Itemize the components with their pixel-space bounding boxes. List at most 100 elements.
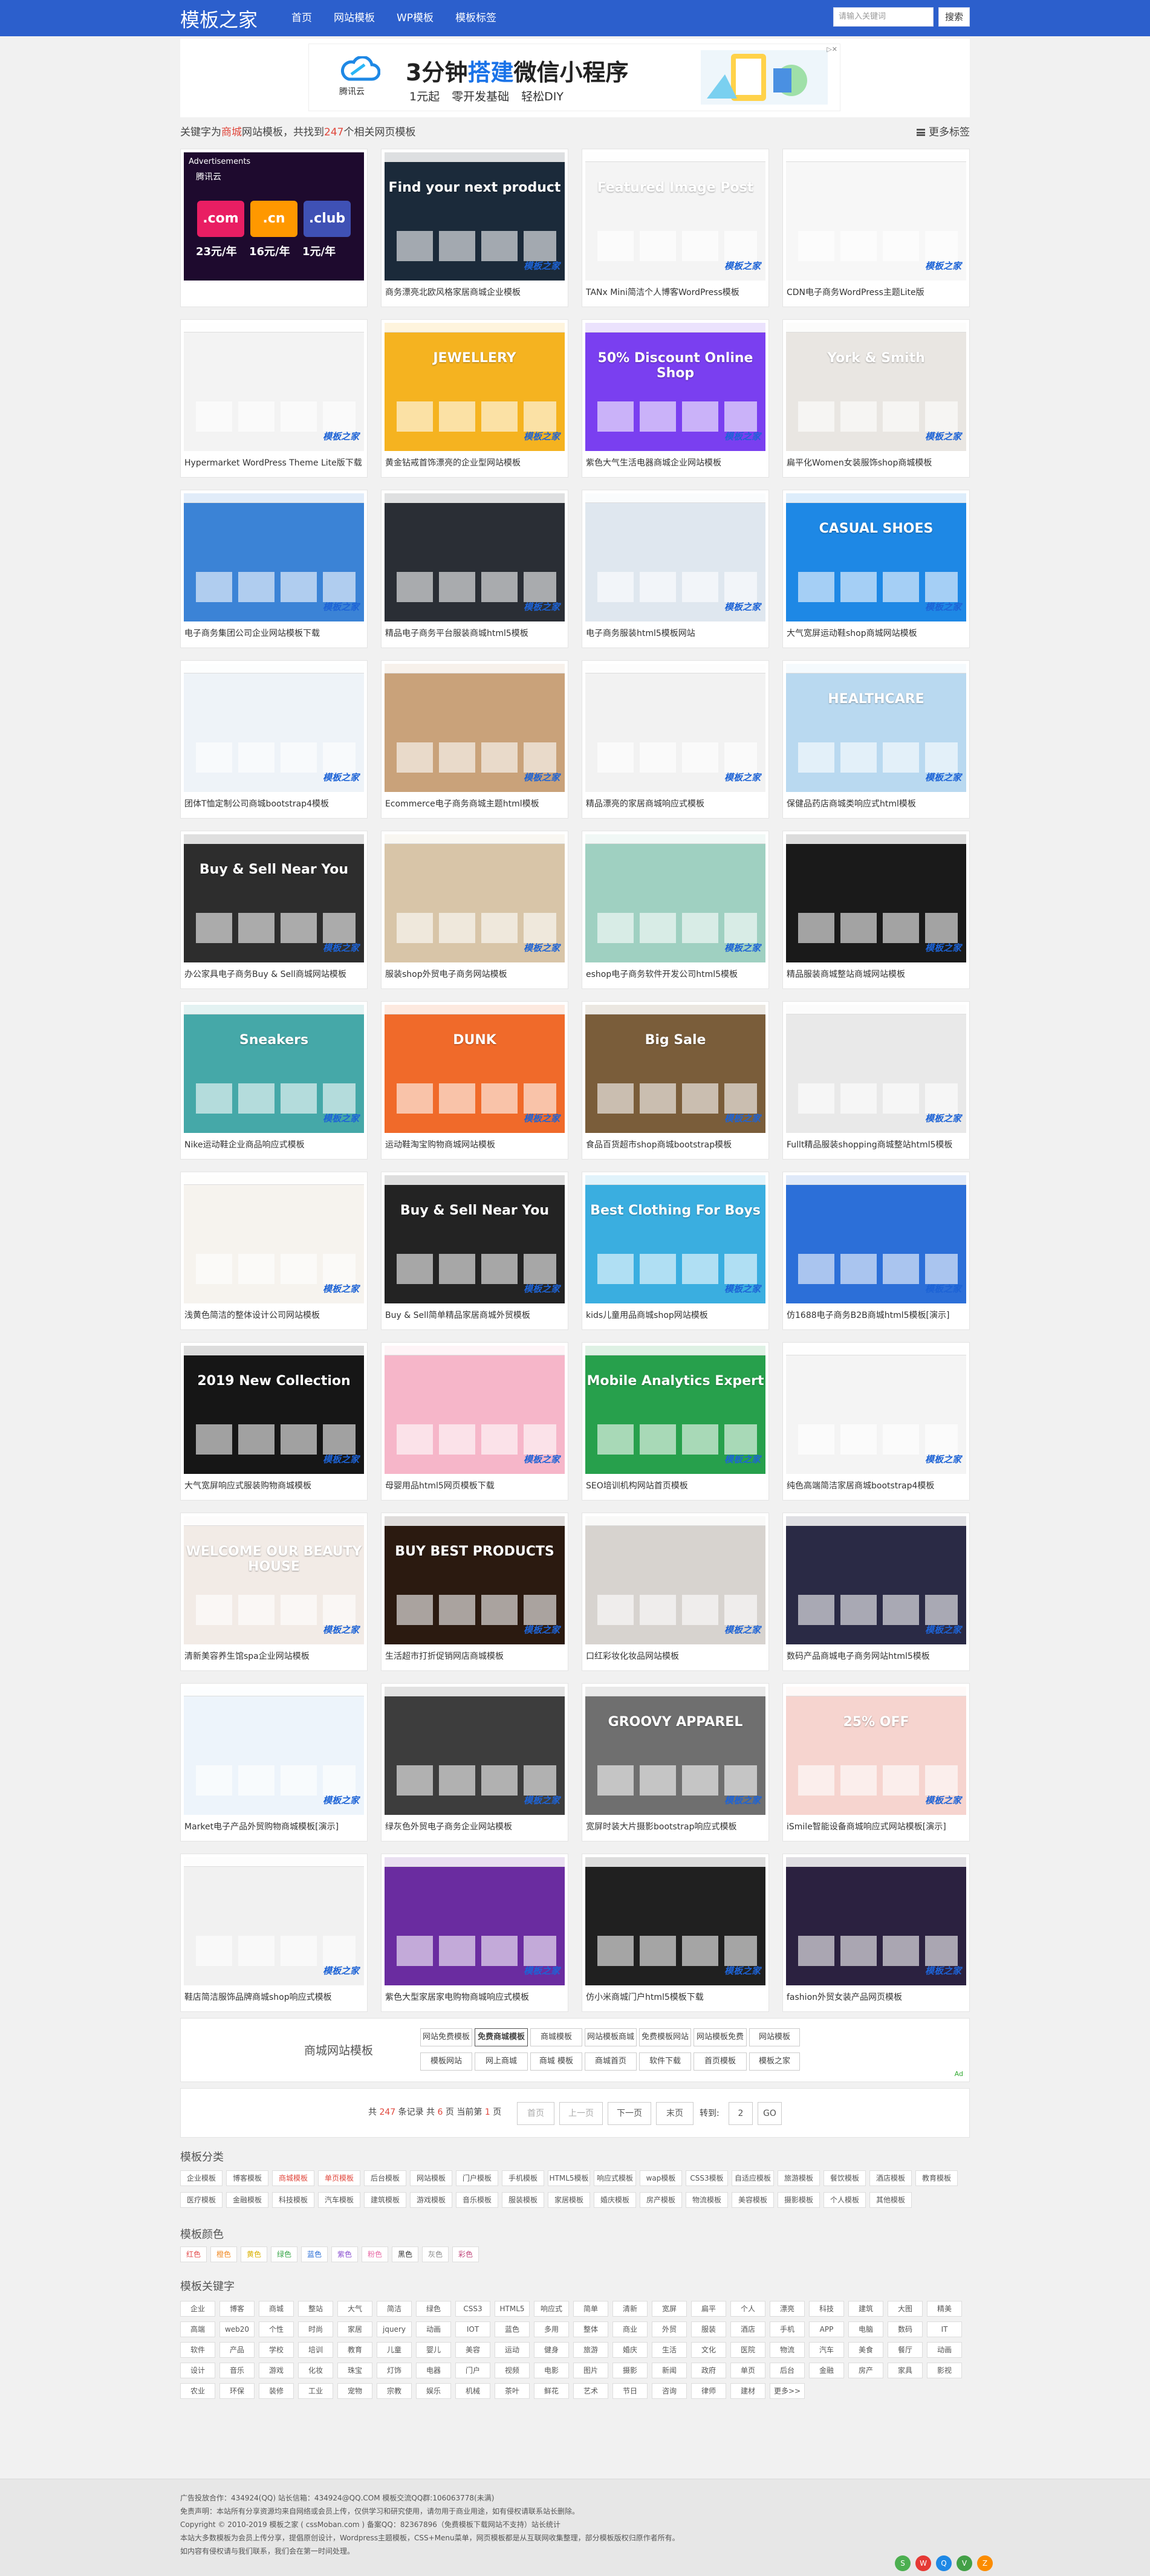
template-card[interactable]: 模板之家 口红彩妆化妆品网站模板 bbox=[582, 1513, 769, 1671]
keyword-chip[interactable]: 音乐 bbox=[219, 2363, 255, 2378]
template-thumbnail[interactable]: Best Clothing For Boys 模板之家 bbox=[585, 1175, 765, 1303]
keyword-chip[interactable]: 电脑 bbox=[848, 2321, 883, 2337]
keyword-chip[interactable]: 建材 bbox=[730, 2383, 765, 2399]
related-tag[interactable]: 模板之家 bbox=[749, 2052, 800, 2071]
template-title-link[interactable]: 服装shop外贸电子商务网站模板 bbox=[385, 968, 565, 980]
related-tag[interactable]: 网站免费模板 bbox=[420, 2028, 472, 2046]
category-chip[interactable]: 科技模板 bbox=[272, 2192, 314, 2208]
template-thumbnail[interactable]: Find your next product 模板之家 bbox=[385, 152, 565, 281]
template-thumbnail[interactable]: 模板之家 bbox=[786, 1346, 966, 1474]
ad-banner[interactable]: 腾讯云 3分钟搭建微信小程序 1元起 零开发基础 轻松DIY ▷✕ bbox=[180, 39, 970, 117]
keyword-chip[interactable]: 数码 bbox=[888, 2321, 923, 2337]
category-chip[interactable]: 家居模板 bbox=[548, 2192, 590, 2208]
keyword-chip[interactable]: 医院 bbox=[730, 2342, 765, 2358]
template-thumbnail[interactable]: 2019 New Collection 模板之家 bbox=[184, 1346, 364, 1474]
ad-card[interactable]: Advertisements 腾讯云 .com 23元/年 .cn 16元/年 .club 1… bbox=[180, 149, 368, 307]
template-title-link[interactable]: 纯色高端简洁家居商城bootstrap4模板 bbox=[787, 1479, 967, 1491]
keyword-chip[interactable]: 艺术 bbox=[573, 2383, 608, 2399]
keyword-chip[interactable]: 汽车 bbox=[809, 2342, 844, 2358]
template-thumbnail[interactable]: 模板之家 bbox=[184, 1857, 364, 1985]
color-chip[interactable]: 彩色 bbox=[452, 2247, 479, 2262]
category-chip[interactable]: 汽车模板 bbox=[318, 2192, 360, 2208]
keyword-chip[interactable]: 动画 bbox=[416, 2321, 451, 2337]
search-input[interactable]: 请输入关键词 bbox=[833, 7, 934, 27]
keyword-chip[interactable]: 运动 bbox=[495, 2342, 530, 2358]
category-chip[interactable]: 旅游模板 bbox=[778, 2170, 820, 2186]
template-thumbnail[interactable]: 模板之家 bbox=[585, 1516, 765, 1644]
keyword-chip[interactable]: 视频 bbox=[495, 2363, 530, 2378]
template-card[interactable]: 模板之家 精品电子商务平台服装商城html5模板 bbox=[381, 490, 568, 648]
keyword-chip[interactable]: 设计 bbox=[180, 2363, 215, 2378]
category-chip[interactable]: CSS3模板 bbox=[686, 2170, 728, 2186]
template-title-link[interactable]: 黄金钻戒首饰漂亮的企业型网站模板 bbox=[385, 456, 565, 469]
keyword-chip[interactable]: 茶叶 bbox=[495, 2383, 530, 2399]
first-page-button[interactable]: 首页 bbox=[517, 2102, 554, 2125]
template-thumbnail[interactable]: 模板之家 bbox=[786, 834, 966, 962]
template-card[interactable]: York & Smith 模板之家 扁平化Women女装服饰shop商城模板 bbox=[782, 319, 970, 478]
category-chip[interactable]: 游戏模板 bbox=[410, 2192, 452, 2208]
template-thumbnail[interactable]: 模板之家 bbox=[385, 1346, 565, 1474]
related-tag[interactable]: 免费模板网站 bbox=[639, 2028, 691, 2046]
keyword-chip[interactable]: 个性 bbox=[259, 2321, 294, 2337]
keyword-chip[interactable]: 酒店 bbox=[730, 2321, 765, 2337]
color-chip[interactable]: 绿色 bbox=[271, 2247, 297, 2262]
keyword-chip[interactable]: 物流 bbox=[770, 2342, 805, 2358]
keyword-chip[interactable]: 培训 bbox=[298, 2342, 333, 2358]
wechat-icon[interactable]: V bbox=[957, 2555, 972, 2571]
keyword-chip[interactable]: 化妆 bbox=[298, 2363, 333, 2378]
template-title-link[interactable]: Market电子产品外贸购物商城模板[演示] bbox=[184, 1820, 365, 1832]
last-page-button[interactable]: 末页 bbox=[656, 2102, 694, 2125]
keyword-chip[interactable]: 娱乐 bbox=[416, 2383, 451, 2399]
qzone-icon[interactable]: Z bbox=[977, 2555, 993, 2571]
related-tag[interactable]: 网上商城 bbox=[475, 2052, 528, 2071]
category-chip[interactable]: 教育模板 bbox=[915, 2170, 958, 2186]
template-card[interactable]: Buy & Sell Near You 模板之家 Buy & Sell简单精品家居商… bbox=[381, 1172, 568, 1330]
search-button[interactable]: 搜索 bbox=[938, 7, 970, 27]
template-card[interactable]: 模板之家鞋店简洁服饰品牌商城shop响应式模板 bbox=[180, 1854, 368, 2012]
related-tag[interactable]: 商城模板 bbox=[530, 2028, 582, 2046]
keyword-chip[interactable]: 宽屏 bbox=[652, 2301, 687, 2317]
template-title-link[interactable]: 宽屏时装大片摄影bootstrap响应式模板 bbox=[586, 1820, 766, 1832]
template-title-link[interactable]: 仿小米商城门户html5模板下载 bbox=[586, 1991, 766, 2003]
keyword-chip[interactable]: 扁平 bbox=[691, 2301, 726, 2317]
template-card[interactable]: 模板之家 电子商务集团公司企业网站模板下载 bbox=[180, 490, 368, 648]
category-chip[interactable]: 婚庆模板 bbox=[594, 2192, 636, 2208]
keyword-chip[interactable]: 游戏 bbox=[259, 2363, 294, 2378]
template-title-link[interactable]: 保健品药店商城类响应式html模板 bbox=[787, 797, 967, 809]
template-thumbnail[interactable]: 模板之家 bbox=[385, 493, 565, 621]
template-card[interactable]: 模板之家 Market电子产品外贸购物商城模板[演示] bbox=[180, 1683, 368, 1841]
keyword-chip[interactable]: web20 bbox=[219, 2321, 255, 2337]
template-title-link[interactable]: kids儿童用品商城shop网站模板 bbox=[586, 1309, 766, 1321]
keyword-chip[interactable]: 新闻 bbox=[652, 2363, 687, 2378]
template-thumbnail[interactable]: Mobile Analytics Expert 模板之家 bbox=[585, 1346, 765, 1474]
keyword-chip[interactable]: 旅游 bbox=[573, 2342, 608, 2358]
keyword-chip[interactable]: 文化 bbox=[691, 2342, 726, 2358]
template-thumbnail[interactable]: Buy & Sell Near You 模板之家 bbox=[184, 834, 364, 962]
template-title-link[interactable]: 鞋店简洁服饰品牌商城shop响应式模板 bbox=[184, 1991, 365, 2003]
keyword-chip[interactable]: 美食 bbox=[848, 2342, 883, 2358]
template-card[interactable]: 50% Discount Online Shop 模板之家 紫色大气生活电器商城企业… bbox=[582, 319, 769, 478]
keyword-chip[interactable]: 图片 bbox=[573, 2363, 608, 2378]
keyword-chip[interactable]: 整体 bbox=[573, 2321, 608, 2337]
template-title-link[interactable]: 大气宽屏运动鞋shop商城网站模板 bbox=[787, 627, 967, 639]
keyword-chip[interactable]: 家居 bbox=[337, 2321, 372, 2337]
category-chip[interactable]: 响应式模板 bbox=[594, 2170, 636, 2186]
category-chip[interactable]: 餐饮模板 bbox=[824, 2170, 866, 2186]
template-title-link[interactable]: Buy & Sell简单精品家居商城外贸模板 bbox=[385, 1309, 565, 1321]
template-thumbnail[interactable]: 模板之家 bbox=[385, 664, 565, 792]
template-card[interactable]: 模板之家 服装shop外贸电子商务网站模板 bbox=[381, 831, 568, 989]
next-page-button[interactable]: 下一页 bbox=[608, 2102, 651, 2125]
keyword-chip[interactable]: 时尚 bbox=[298, 2321, 333, 2337]
template-card[interactable]: HEALTHCARE 模板之家 保健品药店商城类响应式html模板 bbox=[782, 660, 970, 819]
keyword-chip[interactable]: 宠物 bbox=[337, 2383, 372, 2399]
category-chip[interactable]: 后台模板 bbox=[364, 2170, 406, 2186]
template-card[interactable]: 模板之家 浅黄色简洁的整体设计公司网站模板 bbox=[180, 1172, 368, 1330]
color-chip[interactable]: 黑色 bbox=[392, 2247, 418, 2262]
color-chip[interactable]: 粉色 bbox=[362, 2247, 388, 2262]
template-title-link[interactable]: 绿灰色外贸电子商务企业网站模板 bbox=[385, 1820, 565, 1832]
keyword-chip[interactable]: 咨询 bbox=[652, 2383, 687, 2399]
template-thumbnail[interactable]: 模板之家 bbox=[786, 152, 966, 281]
keyword-chip[interactable]: APP bbox=[809, 2321, 844, 2337]
site-logo[interactable]: 模板之家 bbox=[180, 5, 258, 33]
keyword-chip[interactable]: CSS3 bbox=[455, 2301, 490, 2317]
